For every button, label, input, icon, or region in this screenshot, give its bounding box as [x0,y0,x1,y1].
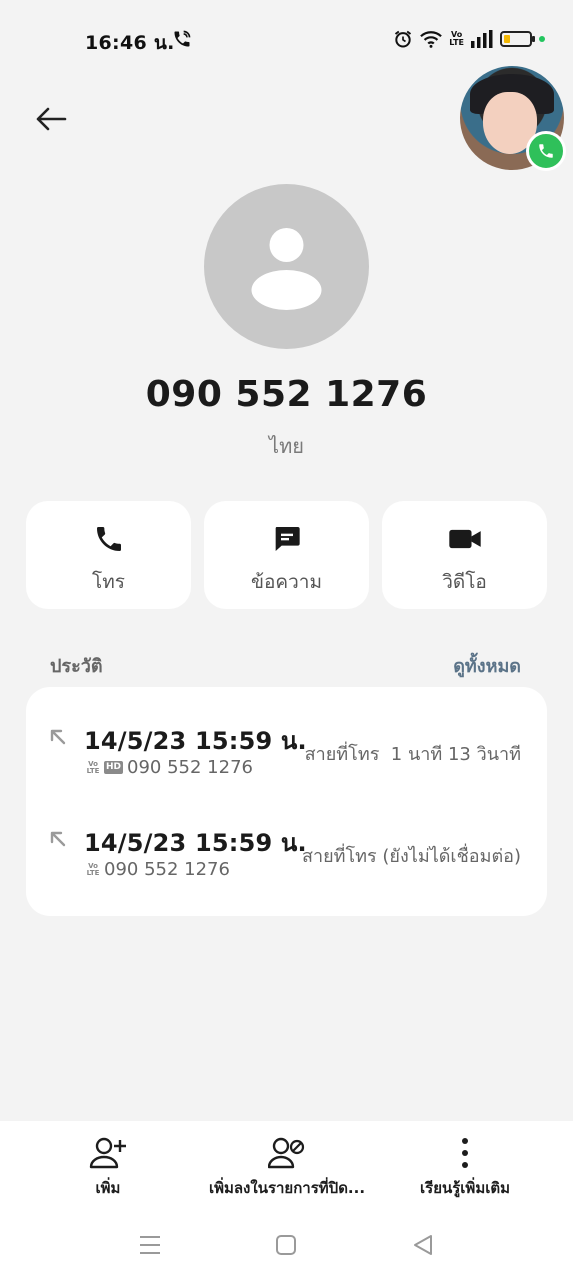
call-history-list: 14/5/23 15:59 น. Vo LTE HD 090 552 1276 ส… [26,687,547,916]
history-entry-datetime: 14/5/23 15:59 น. [84,829,307,857]
home-button[interactable] [266,1228,306,1262]
add-contact-icon [89,1137,126,1169]
video-action-button[interactable]: วิดีโอ [382,501,547,609]
history-entry-detail: สายที่โทร (ยังไม่ได้เชื่อมต่อ) [301,846,521,867]
contact-country: ไทย [269,434,304,458]
phone-icon [539,144,553,158]
add-contact-button[interactable]: เพิ่ม [68,1136,148,1200]
block-contact-icon [268,1137,305,1169]
wifi-call-icon [174,30,191,47]
home-square-icon [276,1235,296,1255]
history-entry-number-row: Vo LTE 090 552 1276 [86,859,230,880]
call-action-label: โทร [92,571,125,593]
add-to-block-list-label: เพิ่มลงในรายการที่ปิด... [208,1179,366,1197]
system-back-button[interactable] [403,1228,443,1262]
volte-badge-icon: Vo LTE [86,861,100,877]
message-action-label: ข้อความ [251,571,322,593]
outgoing-call-arrow-icon [50,729,66,745]
add-to-block-list-button[interactable]: เพิ่มลงในรายการที่ปิด... [196,1136,378,1200]
person-silhouette-icon [251,228,322,310]
battery-level [504,35,510,43]
video-icon [448,529,481,549]
contact-avatar [204,184,369,349]
history-entry-number: 090 552 1276 [104,859,230,880]
history-entry-number-row: Vo LTE HD 090 552 1276 [86,757,253,778]
learn-more-button[interactable]: เรียนรู้เพิ่มเติม [410,1136,520,1200]
status-time: 16:46 น. [85,32,175,54]
wifi-icon [420,31,443,48]
contact-phone-number: 090 552 1276 [145,374,428,415]
add-contact-label: เพิ่ม [95,1179,121,1197]
history-entry-number: 090 552 1276 [127,757,253,778]
see-all-history-link[interactable]: ดูทั้งหมด [453,651,521,680]
history-entry[interactable]: 14/5/23 15:59 น. Vo LTE 090 552 1276 สายท… [26,799,547,899]
menu-lines-icon [140,1236,160,1254]
recent-apps-button[interactable] [130,1228,170,1262]
more-vertical-icon [462,1138,468,1168]
hd-badge: HD [104,761,124,774]
floating-call-button[interactable] [526,131,566,171]
volte-status-icon: Vo LTE [449,30,464,47]
privacy-indicator-dot [539,36,545,42]
outgoing-call-arrow-icon [50,831,66,847]
call-action-button[interactable]: โทร [26,501,191,609]
volte-badge-icon: Vo LTE [86,759,100,775]
message-action-button[interactable]: ข้อความ [204,501,369,609]
video-action-label: วิดีโอ [442,571,487,593]
history-entry-datetime: 14/5/23 15:59 น. [84,727,307,755]
phone-icon [96,527,121,551]
back-triangle-icon [414,1235,432,1255]
back-button[interactable] [28,96,74,142]
history-entry-detail: สายที่โทร 1 นาที 13 วินาที [304,744,521,765]
history-entry[interactable]: 14/5/23 15:59 น. Vo LTE HD 090 552 1276 ส… [26,697,547,797]
alarm-icon [395,30,412,48]
signal-icon [471,30,493,48]
arrow-left-icon [36,107,67,131]
learn-more-label: เรียนรู้เพิ่มเติม [420,1179,510,1197]
history-title: ประวัติ [50,656,103,677]
message-icon [275,527,300,551]
battery-icon [500,31,535,47]
